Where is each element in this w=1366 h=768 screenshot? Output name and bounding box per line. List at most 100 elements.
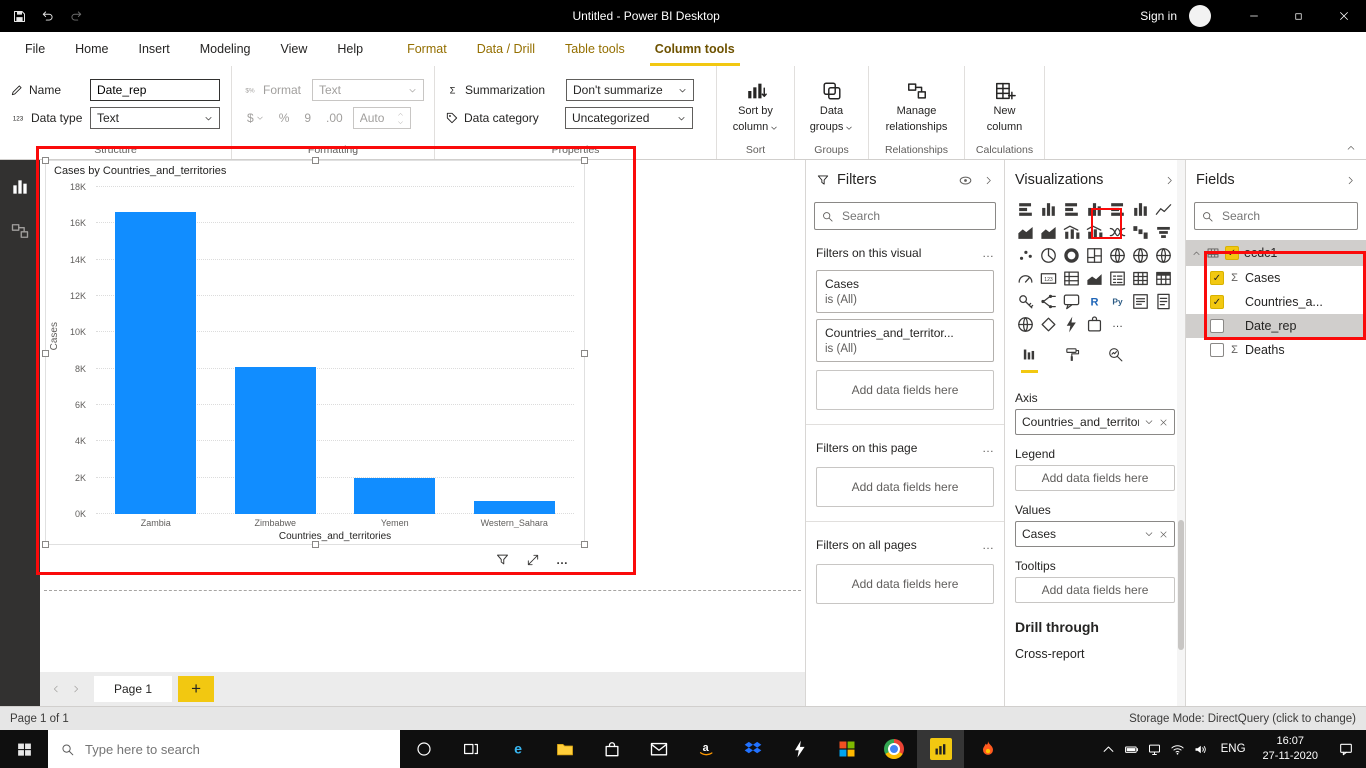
storage-mode[interactable]: Storage Mode: DirectQuery (click to chan… [1129,713,1356,725]
taskbar-search[interactable] [48,730,400,768]
table-checkbox[interactable]: ✓ [1225,246,1239,260]
field-deaths[interactable]: Σ Deaths [1186,338,1366,362]
avatar[interactable] [1189,5,1211,27]
save-icon[interactable] [12,9,27,24]
bar-zambia[interactable] [115,212,197,514]
tab-format[interactable]: Format [392,32,462,66]
chevron-down-icon[interactable] [1144,529,1154,539]
data-groups-button[interactable]: Data groups [805,78,858,136]
chevron-down-icon[interactable] [1144,417,1154,427]
viz-clustered-column-chart-icon[interactable] [1083,198,1106,221]
taskbar-search-input[interactable] [83,740,388,758]
power-bi-taskbar-icon[interactable] [917,730,964,768]
field-checkbox[interactable] [1210,343,1224,357]
well-axis-field[interactable]: Countries_and_territorie [1015,409,1175,435]
viz-get-more-visuals-icon[interactable]: … [1106,313,1129,336]
viz-arcgis-map-icon[interactable] [1014,313,1037,336]
viz-line-and-stacked-column-chart-icon[interactable] [1060,221,1083,244]
viz-r-script-visual-icon[interactable]: R [1083,290,1106,313]
filters-search[interactable] [814,202,996,230]
fields-search[interactable] [1194,202,1358,230]
hidden-icons-tray-icon[interactable] [1097,742,1120,757]
minimize-button[interactable] [1231,0,1276,32]
viz-subtab-format[interactable] [1064,346,1081,373]
visual-filter-icon[interactable] [495,552,510,567]
selection-handle[interactable] [581,541,588,548]
dropbox-taskbar-icon[interactable] [729,730,776,768]
microsoft-store-taskbar-icon[interactable] [588,730,635,768]
summarization-select[interactable]: Don't summarize [566,79,694,101]
viz-100-stacked-column-chart-icon[interactable] [1129,198,1152,221]
collapse-ribbon-icon[interactable] [1346,143,1356,153]
edge-taskbar-icon[interactable]: e [494,730,541,768]
visualizations-scrollbar[interactable] [1177,160,1185,706]
viz-treemap-icon[interactable] [1083,244,1106,267]
tab-home[interactable]: Home [60,32,123,66]
selection-handle[interactable] [581,349,588,357]
viz-paginated-report-icon[interactable] [1152,290,1175,313]
chrome-taskbar-icon[interactable] [870,730,917,768]
viz-kpi-icon[interactable] [1083,267,1106,290]
previous-page-arrow[interactable] [48,684,64,694]
viz-scatter-chart-icon[interactable] [1014,244,1037,267]
close-button[interactable] [1321,0,1366,32]
cortana-button[interactable] [400,730,447,768]
tab-data-drill[interactable]: Data / Drill [462,32,550,66]
viz-map-icon[interactable] [1106,244,1129,267]
selection-handle[interactable] [42,157,49,164]
viz-gauge-icon[interactable] [1014,267,1037,290]
maximize-button[interactable] [1276,0,1321,32]
remove-field-icon[interactable] [1159,418,1168,427]
viz-stacked-column-chart-icon[interactable] [1037,198,1060,221]
filter-card-cases[interactable]: Cases is (All) [816,270,994,313]
field-checkbox[interactable]: ✓ [1210,271,1224,285]
table-ecdc1[interactable]: ✓ ecdc1 [1186,240,1366,266]
report-canvas[interactable]: Cases by Countries_and_territories Cases… [40,157,805,706]
viz-matrix-icon[interactable] [1152,267,1175,290]
collapse-visualizations-icon[interactable] [1164,175,1175,186]
column-name-input[interactable] [90,79,220,101]
collapse-fields-icon[interactable] [1345,175,1356,186]
volume-tray-icon[interactable] [1189,742,1212,757]
section-more-options-icon[interactable]: … [982,441,994,455]
bar-zimbabwe[interactable] [234,366,316,514]
viz-decomposition-tree-icon[interactable] [1037,290,1060,313]
viz-funnel-chart-icon[interactable] [1152,221,1175,244]
filter-card-countries-and-territor-[interactable]: Countries_and_territor... is (All) [816,319,994,362]
task-view-button[interactable] [447,730,494,768]
filters-add-field-well[interactable]: Add data fields here [816,564,994,604]
field-date-rep[interactable]: Date_rep [1186,314,1366,338]
viz-shape-map-icon[interactable] [1152,244,1175,267]
viz-custom-visual-icon[interactable] [1083,313,1106,336]
viz-line-and-clustered-column-chart-icon[interactable] [1083,221,1106,244]
tab-insert[interactable]: Insert [124,32,185,66]
field-countries-a-[interactable]: ✓ Countries_a... [1186,290,1366,314]
data-category-select[interactable]: Uncategorized [565,107,693,129]
mail-taskbar-icon[interactable] [635,730,682,768]
tab-help[interactable]: Help [322,32,378,66]
well-tooltips-empty[interactable]: Add data fields here [1015,577,1175,603]
more-options-icon[interactable]: … [556,553,570,567]
scrollbar-thumb[interactable] [1178,520,1184,650]
viz-clustered-bar-chart-icon[interactable] [1060,198,1083,221]
viz-stacked-bar-chart-icon[interactable] [1014,198,1037,221]
bar-western_sahara[interactable] [473,501,555,514]
selection-handle[interactable] [42,541,49,548]
action-center-icon[interactable] [1326,741,1366,757]
selection-handle[interactable] [42,349,49,357]
section-more-options-icon[interactable]: … [982,538,994,552]
next-page-arrow[interactable] [68,684,84,694]
amazon-taskbar-icon[interactable]: a [682,730,729,768]
tab-modeling[interactable]: Modeling [185,32,266,66]
viz-multi-row-card-icon[interactable] [1060,267,1083,290]
viz-python-visual-icon[interactable]: Py [1106,290,1129,313]
new-column-button[interactable]: New column [975,78,1034,136]
office-taskbar-icon[interactable] [823,730,870,768]
remove-field-icon[interactable] [1159,530,1168,539]
tab-file[interactable]: File [10,32,60,66]
filters-add-field-well[interactable]: Add data fields here [816,370,994,410]
viz-waterfall-chart-icon[interactable] [1129,221,1152,244]
selection-handle[interactable] [581,157,588,164]
field-checkbox[interactable]: ✓ [1210,295,1224,309]
battery-tray-icon[interactable] [1120,742,1143,757]
